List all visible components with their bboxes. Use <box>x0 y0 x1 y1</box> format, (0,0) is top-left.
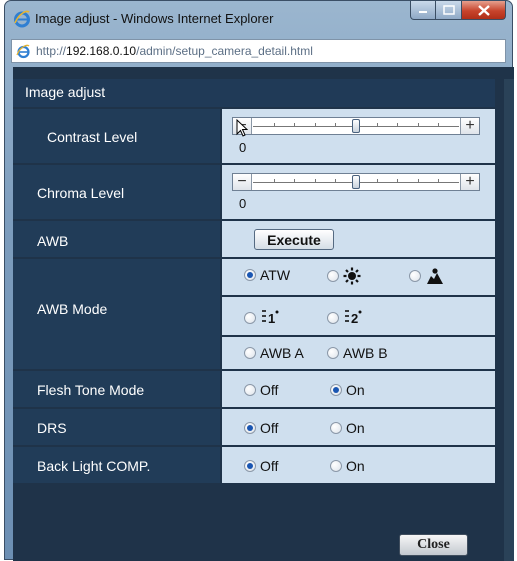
awb-mode-fluorescent1-dot[interactable] <box>244 312 256 324</box>
chroma-slider[interactable]: − + <box>232 173 480 191</box>
awb-mode-outdoor-radio[interactable] <box>409 267 445 285</box>
chroma-thumb[interactable] <box>352 175 360 189</box>
chroma-label-cell: Chroma Level <box>13 165 220 219</box>
blc-off-dot[interactable] <box>244 460 256 472</box>
flesh-tone-on-radio[interactable]: On <box>330 382 365 398</box>
drs-on-label: On <box>346 420 365 436</box>
contrast-track[interactable] <box>253 119 459 133</box>
drs-off-dot[interactable] <box>244 422 256 434</box>
awb-mode-awb-b-dot[interactable] <box>327 347 339 359</box>
flesh-tone-on-dot[interactable] <box>330 384 342 396</box>
title-bar[interactable]: Image adjust - Windows Internet Explorer <box>5 1 512 37</box>
close-icon <box>477 4 490 16</box>
fluorescent-1-icon: 1 <box>262 310 279 326</box>
outdoor-sunlight-icon <box>427 268 443 284</box>
blc-on-radio[interactable]: On <box>330 458 365 474</box>
contrast-control-cell: − + 0 <box>222 109 495 163</box>
contrast-slider[interactable]: − + <box>232 117 480 135</box>
svg-text:1: 1 <box>268 311 275 326</box>
maximize-icon <box>442 5 455 15</box>
chroma-label: Chroma Level <box>37 185 125 201</box>
chroma-control-cell: − + 0 <box>222 165 495 219</box>
indoor-light-icon <box>343 267 361 285</box>
flesh-tone-off-label: Off <box>260 382 279 398</box>
awb-mode-awb-b-label: AWB B <box>343 345 388 361</box>
flesh-tone-off-dot[interactable] <box>244 384 256 396</box>
awb-mode-awb-a-radio[interactable]: AWB A <box>244 345 304 361</box>
chroma-increase-button[interactable]: + <box>460 174 479 190</box>
panel-title: Image adjust <box>25 84 106 100</box>
awb-mode-indoor-dot[interactable] <box>327 270 339 282</box>
drs-on-dot[interactable] <box>330 422 342 434</box>
flesh-tone-on-label: On <box>346 382 365 398</box>
drs-control-cell: Off On <box>222 409 495 445</box>
awb-mode-awb-a-label: AWB A <box>260 345 304 361</box>
awb-mode-awb-b-radio[interactable]: AWB B <box>327 345 388 361</box>
awb-mode-atw-label: ATW <box>260 267 291 283</box>
drs-label: DRS <box>37 420 67 436</box>
contrast-value: 0 <box>239 140 247 155</box>
contrast-increase-button[interactable]: + <box>460 118 479 134</box>
blc-on-dot[interactable] <box>330 460 342 472</box>
ie-page-icon <box>16 44 30 59</box>
mouse-cursor-icon <box>236 119 248 137</box>
chroma-track[interactable] <box>253 175 459 189</box>
address-url: http://192.168.0.10/admin/setup_camera_d… <box>36 44 313 58</box>
drs-on-radio[interactable]: On <box>330 420 365 436</box>
awb-mode-fluorescent1-radio[interactable]: 1 <box>244 308 282 328</box>
drs-off-radio[interactable]: Off <box>244 420 278 436</box>
address-bar[interactable]: http://192.168.0.10/admin/setup_camera_d… <box>11 39 506 63</box>
chroma-value: 0 <box>239 196 247 211</box>
awb-mode-atw-dot[interactable] <box>244 269 256 281</box>
awb-mode-control-cell: ATW 1 2 AWB A AWB B <box>222 259 495 369</box>
flesh-tone-control-cell: Off On <box>222 371 495 407</box>
fluorescent-2-icon: 2 <box>345 310 362 326</box>
awb-mode-outdoor-dot[interactable] <box>409 270 421 282</box>
minimize-icon <box>419 11 427 13</box>
awb-label: AWB <box>37 233 69 249</box>
awb-mode-fluorescent2-dot[interactable] <box>327 312 339 324</box>
blc-label: Back Light COMP. <box>37 458 151 474</box>
page-content: Image adjust Contrast Level − + 0 Chroma… <box>13 67 514 561</box>
flesh-tone-off-radio[interactable]: Off <box>244 382 278 398</box>
drs-label-cell: DRS <box>13 409 220 445</box>
flesh-tone-label-cell: Flesh Tone Mode <box>13 371 220 407</box>
drs-off-label: Off <box>260 420 279 436</box>
maximize-button[interactable] <box>436 1 462 20</box>
awb-mode-fluorescent2-radio[interactable]: 2 <box>327 308 365 328</box>
blc-label-cell: Back Light COMP. <box>13 447 220 483</box>
awb-execute-button[interactable]: Execute <box>254 229 334 250</box>
window-title: Image adjust - Windows Internet Explorer <box>35 11 274 26</box>
chroma-decrease-button[interactable]: − <box>233 174 252 190</box>
awb-mode-indoor-radio[interactable] <box>327 267 361 285</box>
contrast-label: Contrast Level <box>47 129 138 145</box>
contrast-thumb[interactable] <box>352 119 360 133</box>
window-close-button[interactable] <box>462 1 506 20</box>
browser-window: Image adjust - Windows Internet Explorer… <box>4 0 514 561</box>
minimize-button[interactable] <box>410 1 436 20</box>
close-button[interactable]: Close <box>399 534 468 556</box>
contrast-label-cell: Contrast Level <box>13 109 220 163</box>
panel-header: Image adjust <box>13 79 495 107</box>
internet-explorer-icon <box>14 10 30 28</box>
awb-mode-atw-radio[interactable]: ATW <box>244 267 290 283</box>
awb-mode-label-cell: AWB Mode <box>13 259 220 369</box>
awb-label-cell: AWB <box>13 221 220 257</box>
flesh-tone-label: Flesh Tone Mode <box>37 382 145 398</box>
blc-on-label: On <box>346 458 365 474</box>
blc-off-label: Off <box>260 458 279 474</box>
svg-text:2: 2 <box>351 311 358 326</box>
awb-mode-awb-a-dot[interactable] <box>244 347 256 359</box>
blc-off-radio[interactable]: Off <box>244 458 278 474</box>
awb-mode-label: AWB Mode <box>37 301 108 317</box>
awb-control-cell: Execute <box>222 221 495 257</box>
blc-control-cell: Off On <box>222 447 495 483</box>
